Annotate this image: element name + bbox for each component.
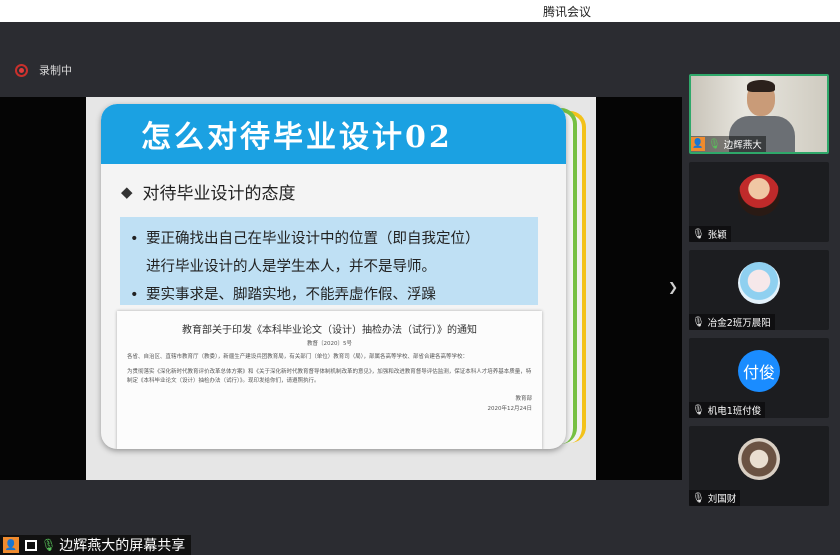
attitude-heading-text: 对待毕业设计的态度	[142, 184, 296, 204]
notice-body: 为贯彻落实《深化新时代教育评价改革总体方案》和《关于深化新时代教育督导体制机制改…	[127, 369, 532, 384]
user-icon: 👤	[3, 537, 19, 553]
bullet-item: • 要正确找出自己在毕业设计中的位置（即自我定位）	[130, 231, 480, 247]
screen-share-text: 边辉燕大的屏幕共享	[59, 538, 186, 554]
avatar: 付俊	[738, 350, 780, 392]
participant-list: 👤 🎙 边辉燕大 🎙 张颖 🎙 冶金2班万晨阳 付俊 🎙 机电1班付俊 🎙 刘国…	[682, 22, 840, 555]
screen-share-icon	[25, 539, 37, 551]
participant-tile[interactable]: 👤 🎙 边辉燕大	[689, 74, 829, 154]
participant-tile[interactable]: 🎙 刘国财	[689, 426, 829, 506]
record-icon	[15, 63, 28, 77]
notice-document: 教育部关于印发《本科毕业论文（设计）抽检办法（试行）》的通知 教督〔2020〕5…	[117, 311, 542, 449]
participant-name: 边辉燕大	[723, 140, 762, 151]
app-title: 腾讯会议	[543, 5, 592, 19]
participant-name-bar: 🎙 张颖	[689, 226, 731, 242]
notice-recipients: 各省、自治区、直辖市教育厅（教委），新疆生产建设兵团教育局，有关部门（单位）教育…	[127, 354, 469, 360]
notice-signer: 教育部	[515, 396, 532, 402]
participant-name: 机电1班付俊	[707, 406, 762, 417]
participant-tile[interactable]: 🎙 冶金2班万晨阳	[689, 250, 829, 330]
participant-tile[interactable]: 付俊 🎙 机电1班付俊	[689, 338, 829, 418]
participant-name: 张颖	[707, 230, 727, 241]
notice-date: 2020年12月24日	[487, 406, 533, 412]
bullet-box: • 要正确找出自己在毕业设计中的位置（即自我定位） 进行毕业设计的人是学生本人，并…	[120, 217, 538, 305]
attitude-heading: ◆ 对待毕业设计的态度	[121, 179, 296, 205]
bullet-item: • 要实事求是、脚踏实地，不能弄虚作假、浮躁	[130, 287, 436, 303]
microphone-muted-icon: 🎙	[692, 316, 705, 328]
microphone-icon: 🎙	[41, 538, 57, 552]
bullet-item: 进行毕业设计的人是学生本人，并不是导师。	[146, 259, 436, 275]
shared-screen[interactable]: 怎么对待毕业设计02 ◆ 对待毕业设计的态度 • 要正确找出自己在毕业设计中的位置…	[0, 97, 682, 480]
host-icon: 👤	[691, 137, 705, 151]
screen-share-label: 👤 🎙 边辉燕大的屏幕共享	[0, 535, 192, 555]
recording-indicator[interactable]: 录制中	[15, 62, 72, 78]
participant-name-bar: 🎙 冶金2班万晨阳	[689, 314, 775, 330]
avatar	[738, 262, 780, 304]
participant-name-bar: 👤 🎙 边辉燕大	[691, 136, 766, 152]
chevron-right-icon[interactable]: ❯	[668, 280, 678, 294]
microphone-muted-icon: 🎙	[692, 404, 705, 416]
presentation-slide: 怎么对待毕业设计02 ◆ 对待毕业设计的态度 • 要正确找出自己在毕业设计中的位置…	[86, 97, 596, 480]
notice-doc-number: 教督〔2020〕5号	[307, 341, 352, 347]
slide-title: 怎么对待毕业设计02	[141, 120, 453, 155]
top-toolbar: 录制中	[0, 22, 682, 97]
participant-name: 刘国财	[707, 494, 737, 505]
recording-label: 录制中	[39, 64, 72, 77]
notice-title: 教育部关于印发《本科毕业论文（设计）抽检办法（试行）》的通知	[182, 325, 477, 336]
participant-tile[interactable]: 🎙 张颖	[689, 162, 829, 242]
title-bar: 腾讯会议	[0, 0, 840, 22]
microphone-muted-icon: 🎙	[692, 228, 705, 240]
diamond-bullet-icon: ◆	[121, 182, 133, 201]
participant-name-bar: 🎙 刘国财	[689, 490, 741, 506]
slide-header: 怎么对待毕业设计02	[101, 104, 566, 164]
participant-name-bar: 🎙 机电1班付俊	[689, 402, 766, 418]
participant-name: 冶金2班万晨阳	[707, 318, 771, 329]
microphone-muted-icon: 🎙	[692, 492, 705, 504]
avatar	[738, 174, 780, 216]
avatar	[738, 438, 780, 480]
microphone-icon: 🎙	[708, 138, 721, 150]
slide-card: 怎么对待毕业设计02 ◆ 对待毕业设计的态度 • 要正确找出自己在毕业设计中的位置…	[101, 104, 566, 449]
